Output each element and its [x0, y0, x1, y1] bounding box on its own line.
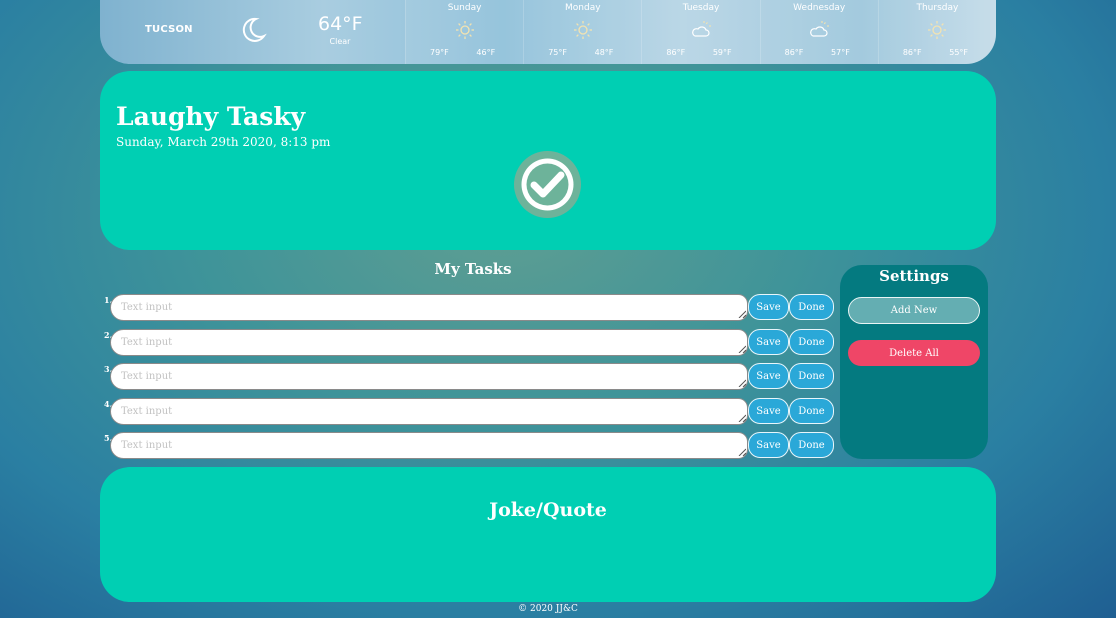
save-button[interactable]: Save	[748, 363, 789, 389]
footer-copyright: © 2020 JJ&C	[518, 604, 578, 614]
task-input[interactable]	[110, 294, 748, 321]
resize-handle-icon[interactable]	[738, 414, 746, 422]
done-button[interactable]: Done	[789, 329, 834, 355]
done-button[interactable]: Done	[789, 432, 834, 458]
save-button[interactable]: Save	[748, 432, 789, 458]
forecast-day-name: Sunday	[447, 3, 482, 13]
task-row: 5. Save Done	[104, 432, 836, 459]
forecast-high: 86°F	[784, 48, 804, 57]
forecast-low: 48°F	[594, 48, 614, 57]
checkmark-circle-icon	[514, 151, 581, 218]
task-row: 4. Save Done	[104, 398, 836, 425]
forecast-day-name: Monday	[565, 3, 601, 13]
weather-bar: TUCSON 64°F Clear Sunday 79°F 46°F Monda…	[100, 0, 996, 64]
current-temperature: 64°F	[318, 13, 363, 35]
task-input[interactable]	[110, 432, 748, 459]
add-new-button[interactable]: Add New	[848, 297, 980, 324]
header-card: Laughy Tasky Sunday, March 29th 2020, 8:…	[100, 71, 996, 250]
save-button[interactable]: Save	[748, 398, 789, 424]
app-title: Laughy Tasky	[116, 102, 306, 131]
task-input[interactable]	[110, 329, 748, 356]
current-date: Sunday, March 29th 2020, 8:13 pm	[116, 135, 331, 149]
resize-handle-icon[interactable]	[738, 448, 746, 456]
done-button[interactable]: Done	[789, 363, 834, 389]
partly-cloudy-icon	[692, 21, 711, 37]
forecast-high: 86°F	[666, 48, 686, 57]
moon-icon	[242, 17, 267, 42]
sun-icon	[573, 21, 592, 39]
settings-panel: Settings Add New Delete All	[840, 265, 988, 459]
forecast-day: Monday 75°F 48°F	[523, 0, 642, 64]
forecast-list: Sunday 79°F 46°F Monday 75°F 48°F Tuesda…	[405, 0, 996, 64]
task-row: 3. Save Done	[104, 363, 836, 390]
task-row: 1. Save Done	[104, 294, 836, 321]
sun-icon	[928, 21, 947, 39]
forecast-high: 79°F	[430, 48, 449, 57]
joke-card: Joke/Quote	[100, 467, 996, 602]
current-condition: Clear	[329, 37, 351, 46]
save-button[interactable]: Save	[748, 329, 789, 355]
sun-icon	[455, 21, 474, 39]
forecast-day-name: Thursday	[916, 3, 959, 13]
forecast-day: Thursday 86°F 55°F	[877, 0, 996, 64]
task-input[interactable]	[110, 398, 748, 425]
forecast-day: Wednesday 86°F 57°F	[759, 0, 878, 64]
done-button[interactable]: Done	[789, 398, 834, 424]
resize-handle-icon[interactable]	[738, 310, 746, 318]
joke-title: Joke/Quote	[489, 499, 607, 521]
save-button[interactable]: Save	[748, 294, 789, 320]
forecast-day: Sunday 79°F 46°F	[405, 0, 524, 64]
forecast-high: 75°F	[548, 48, 567, 57]
resize-handle-icon[interactable]	[738, 345, 746, 353]
forecast-high: 86°F	[902, 48, 922, 57]
forecast-low: 55°F	[949, 48, 969, 57]
tasks-title: My Tasks	[434, 260, 512, 278]
task-input[interactable]	[110, 363, 748, 390]
forecast-low: 46°F	[476, 48, 496, 57]
partly-cloudy-icon	[810, 21, 830, 37]
delete-all-button[interactable]: Delete All	[848, 340, 980, 366]
done-button[interactable]: Done	[789, 294, 834, 320]
forecast-low: 57°F	[831, 48, 850, 57]
forecast-day: Tuesday 86°F 59°F	[641, 0, 760, 64]
weather-city: TUCSON	[145, 24, 193, 35]
resize-handle-icon[interactable]	[738, 379, 746, 387]
settings-title: Settings	[879, 267, 949, 285]
forecast-day-name: Wednesday	[793, 3, 846, 13]
forecast-low: 59°F	[712, 48, 732, 57]
forecast-day-name: Tuesday	[682, 3, 720, 13]
task-row: 2. Save Done	[104, 329, 836, 356]
